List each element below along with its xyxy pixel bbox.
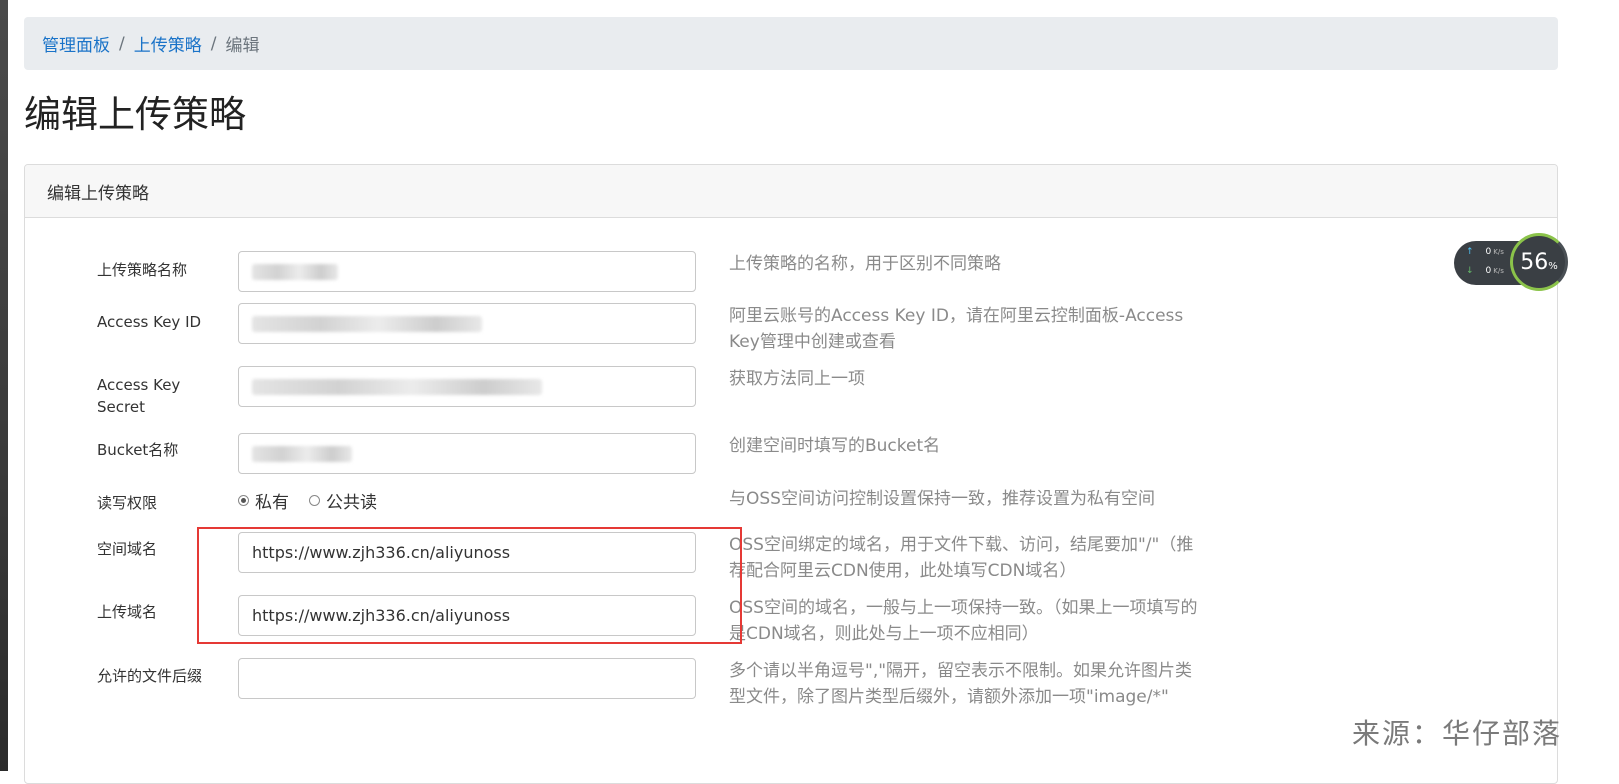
upload-speed-value: 0	[1485, 247, 1492, 257]
memory-usage-gauge[interactable]: 56%	[1510, 233, 1568, 291]
policy-form-card: 编辑上传策略 上传策略名称 上传策略的名称，用于区别不同策略 Access Ke…	[24, 164, 1558, 784]
upload-speed-unit: K/s	[1493, 248, 1504, 256]
permission-option-public-read-label: 公共读	[326, 493, 377, 513]
window-edge	[0, 0, 8, 771]
upload-domain-help: OSS空间的域名，一般与上一项保持一致。（如果上一项填写的是CDN域名，则此处与…	[729, 598, 1198, 644]
breadcrumb: 管理面板 / 上传策略 / 编辑	[24, 17, 1558, 70]
permission-label: 读写权限	[97, 494, 158, 512]
allowed-ext-input[interactable]	[238, 658, 696, 699]
bucket-help: 创建空间时填写的Bucket名	[729, 436, 941, 456]
breadcrumb-current: 编辑	[225, 36, 260, 56]
gauge-value: 56	[1520, 249, 1549, 275]
upload-domain-label: 上传域名	[97, 603, 158, 621]
permission-help: 与OSS空间访问控制设置保持一致，推荐设置为私有空间	[729, 489, 1155, 509]
access-key-id-help: 阿里云账号的Access Key ID，请在阿里云控制面板-Access Key…	[729, 306, 1184, 352]
space-domain-label: 空间域名	[97, 540, 158, 558]
gauge-unit: %	[1548, 260, 1558, 272]
breadcrumb-separator: /	[210, 33, 217, 54]
arrow-down-icon: ↓	[1466, 266, 1474, 276]
policy-name-help: 上传策略的名称，用于区别不同策略	[729, 254, 1001, 274]
card-title: 编辑上传策略	[25, 165, 1557, 218]
redacted-value	[252, 445, 352, 462]
access-key-secret-input[interactable]	[238, 366, 696, 407]
upload-domain-input[interactable]: https://www.zjh336.cn/aliyunoss	[238, 595, 696, 636]
redacted-value	[252, 315, 482, 332]
radio-checked-icon[interactable]	[238, 495, 249, 506]
permission-radio-group: 私有 公共读	[238, 488, 397, 513]
access-key-id-label: Access Key ID	[97, 313, 202, 331]
page-title: 编辑上传策略	[24, 93, 246, 136]
breadcrumb-separator: /	[119, 33, 125, 54]
download-speed-unit: K/s	[1493, 267, 1504, 275]
breadcrumb-link-policies[interactable]: 上传策略	[134, 31, 202, 56]
permission-option-private[interactable]: 私有	[238, 488, 289, 513]
policy-name-label: 上传策略名称	[97, 261, 188, 279]
source-watermark: 来源：华仔部落	[1352, 717, 1563, 750]
arrow-up-icon: ↑	[1466, 247, 1474, 257]
redacted-value	[252, 263, 338, 280]
allowed-ext-help: 多个请以半角逗号","隔开，留空表示不限制。如果允许图片类型文件，除了图片类型后…	[729, 661, 1193, 707]
download-speed: ↓ 0 K/s	[1466, 266, 1504, 276]
permission-option-public-read[interactable]: 公共读	[309, 488, 377, 513]
upload-speed: ↑ 0 K/s	[1466, 247, 1504, 257]
bucket-label: Bucket名称	[97, 441, 179, 459]
policy-name-input[interactable]	[238, 251, 696, 292]
radio-unchecked-icon[interactable]	[309, 495, 320, 506]
permission-option-private-label: 私有	[255, 493, 289, 513]
access-key-secret-label: Access Key Secret	[97, 376, 181, 416]
space-domain-help: OSS空间绑定的域名，用于文件下载、访问，结尾要加"/"（推荐配合阿里云CDN使…	[729, 535, 1194, 581]
access-key-id-input[interactable]	[238, 303, 696, 344]
access-key-secret-help: 获取方法同上一项	[729, 369, 865, 389]
space-domain-input[interactable]: https://www.zjh336.cn/aliyunoss	[238, 532, 696, 573]
redacted-value	[252, 378, 542, 395]
breadcrumb-link-dashboard[interactable]: 管理面板	[42, 31, 110, 56]
bucket-input[interactable]	[238, 433, 696, 474]
allowed-ext-label: 允许的文件后缀	[97, 667, 203, 685]
download-speed-value: 0	[1485, 266, 1492, 276]
